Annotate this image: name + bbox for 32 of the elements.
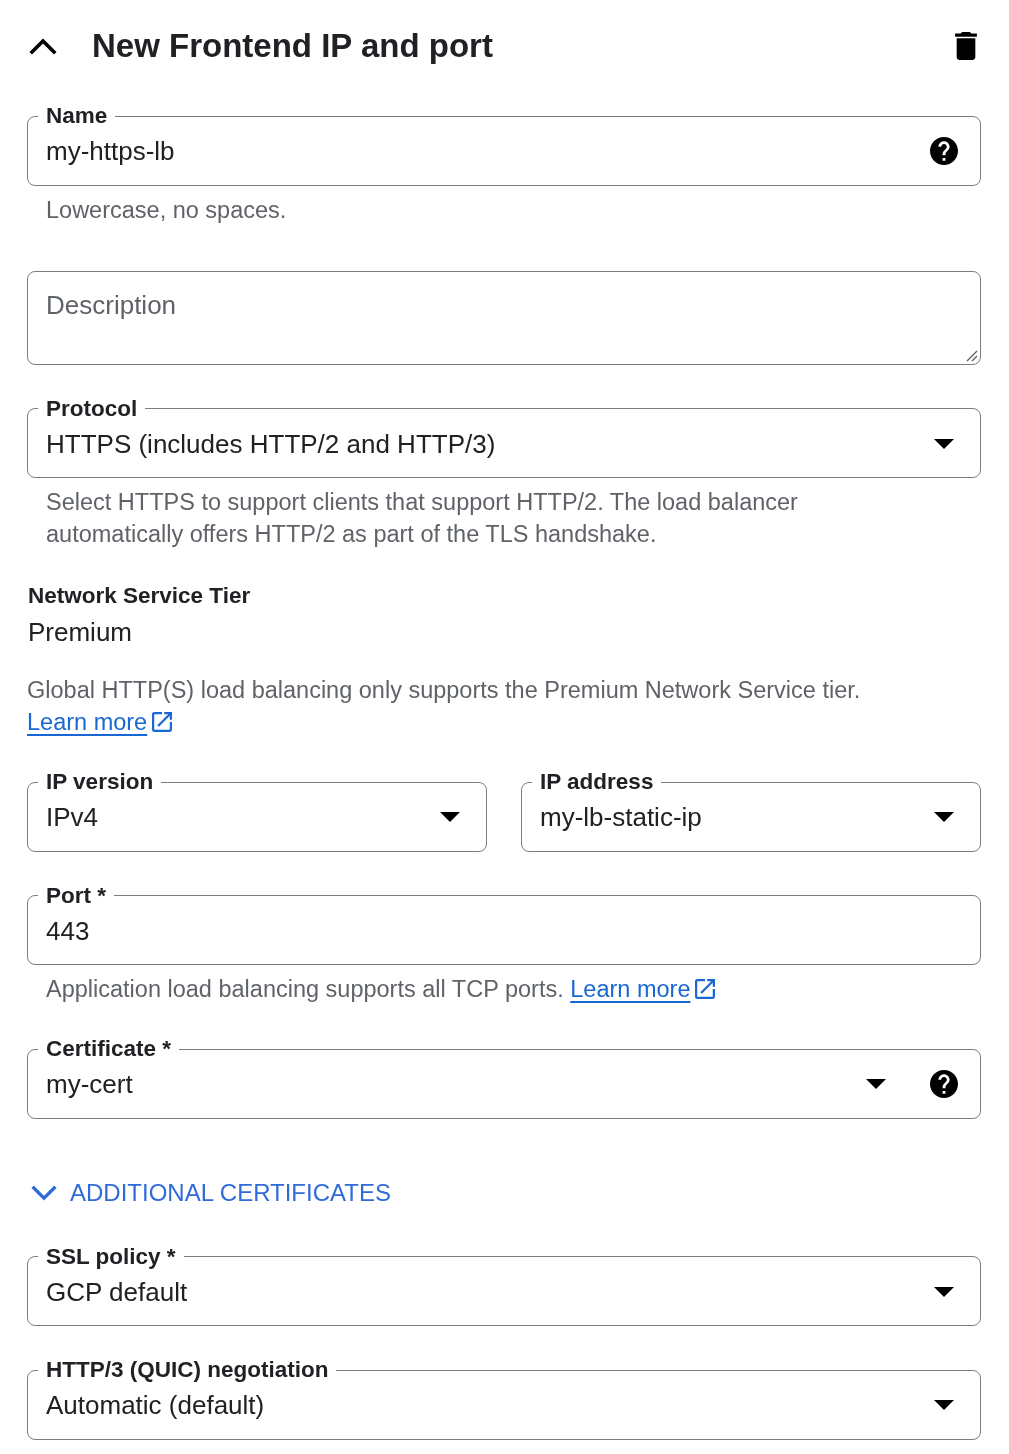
field-label: Certificate * xyxy=(45,1036,173,1062)
trash-icon[interactable] xyxy=(955,32,977,60)
external-link-icon xyxy=(152,712,173,732)
dropdown-arrow-icon[interactable] xyxy=(934,438,954,449)
field-label: Name xyxy=(45,103,109,129)
hint-text: Application load balancing supports all TCP ports. Learn more xyxy=(27,973,866,1005)
dropdown-arrow-icon[interactable] xyxy=(934,1400,954,1410)
field-label: SSL policy * xyxy=(45,1243,177,1270)
info-label: Network Service Tier xyxy=(27,582,252,610)
external-link-icon xyxy=(695,979,716,999)
dropdown-arrow-icon[interactable] xyxy=(440,812,460,822)
chevron-up-icon[interactable] xyxy=(29,36,57,56)
info-note: Global HTTP(S) load balancing only supports the Premium Network Service tier. Learn more xyxy=(27,676,862,737)
learn-more-link[interactable]: Learn more xyxy=(27,709,173,735)
dropdown-arrow-icon[interactable] xyxy=(866,1079,886,1089)
chevron-down-icon[interactable] xyxy=(31,1183,57,1202)
dropdown-arrow-icon[interactable] xyxy=(934,1286,954,1297)
field-label: Port * xyxy=(45,882,107,909)
help-icon[interactable] xyxy=(930,1070,958,1098)
field-label: HTTP/3 (QUIC) negotiation xyxy=(45,1357,330,1383)
field-label: Protocol xyxy=(45,395,139,422)
hint-text: Lowercase, no spaces. xyxy=(45,195,288,225)
additional-certificates-button[interactable]: ADDITIONAL CERTIFICATES xyxy=(27,1172,395,1213)
dropdown-arrow-icon[interactable] xyxy=(934,812,954,822)
help-icon[interactable] xyxy=(930,137,958,165)
info-value: Premium xyxy=(27,616,133,648)
description-field[interactable]: Description xyxy=(27,270,981,365)
section-title: New Frontend IP and port xyxy=(92,26,493,66)
hint-text: Select HTTPS to support clients that support HTTP/2. The load balancer automatically offers HTTP/2 as part of the TLS handshake. xyxy=(45,488,799,549)
learn-more-link[interactable]: Learn more xyxy=(570,976,716,1002)
field-label: IP version xyxy=(45,769,155,795)
field-label: IP address xyxy=(539,769,655,795)
